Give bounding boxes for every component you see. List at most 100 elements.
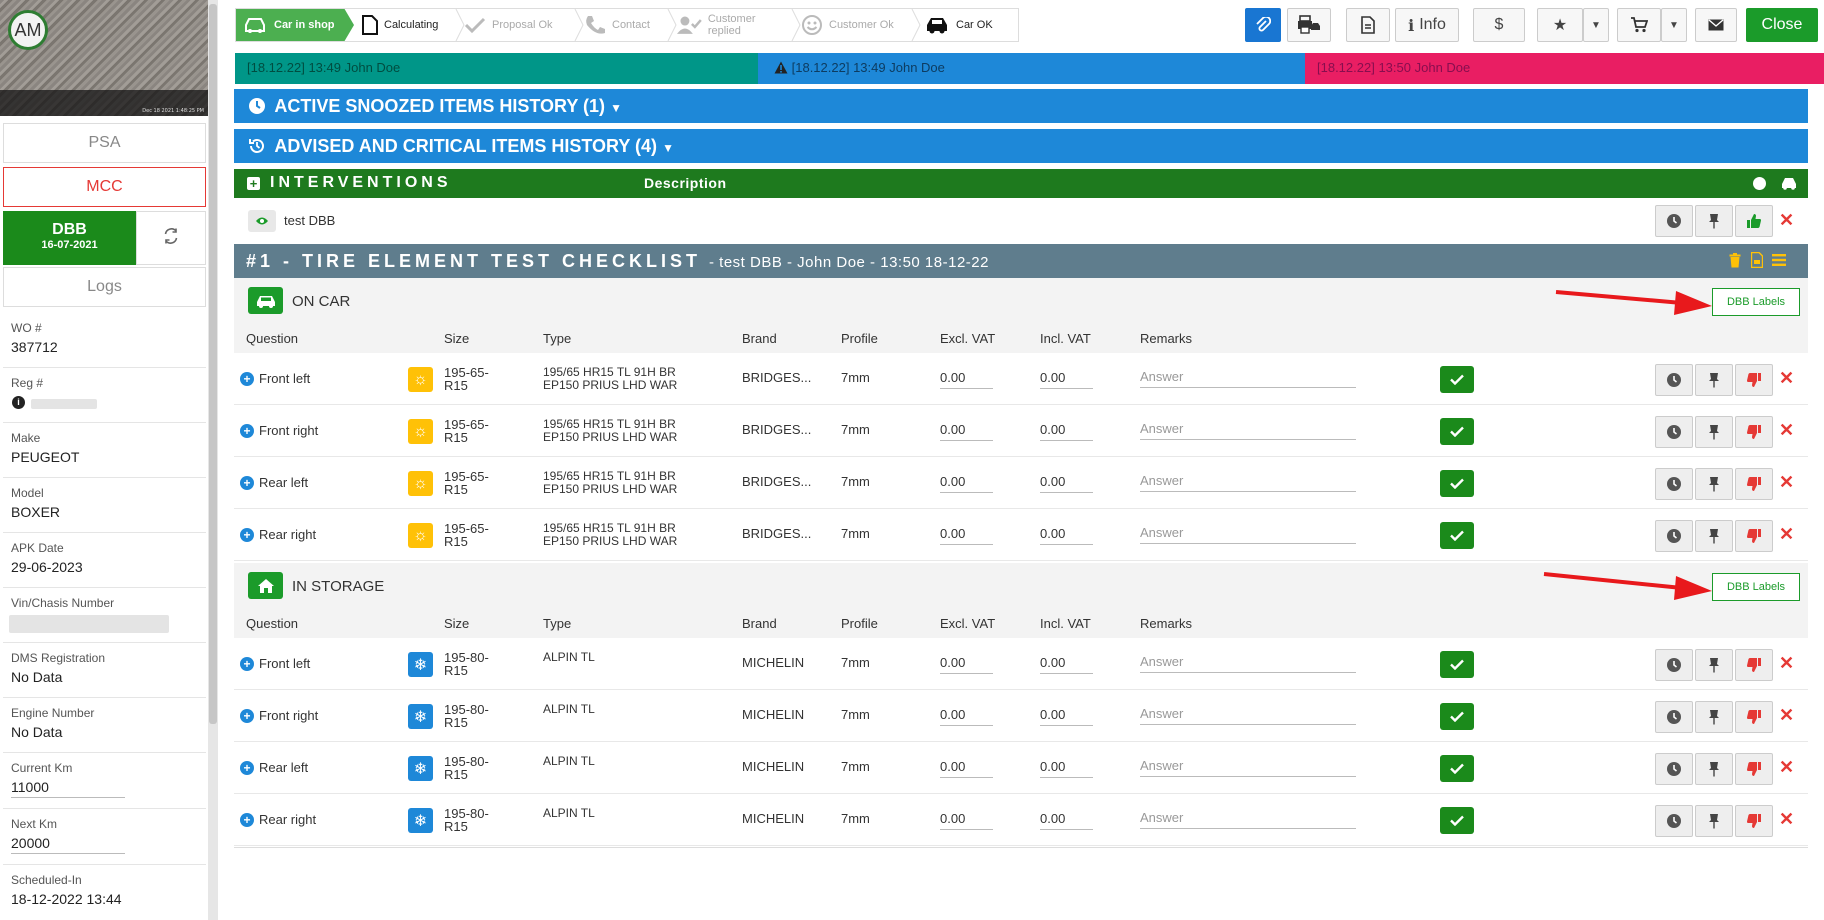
excl-vat-input[interactable]: 0.00 — [940, 707, 993, 726]
snooze-button[interactable] — [1655, 468, 1693, 500]
pin-button[interactable] — [1695, 416, 1733, 448]
car-icon[interactable] — [1781, 177, 1797, 190]
ok-check-button[interactable] — [1440, 366, 1474, 393]
cart-button[interactable] — [1617, 8, 1661, 42]
price-button[interactable]: $ — [1473, 8, 1525, 42]
pin-button[interactable] — [1695, 805, 1733, 837]
reject-button[interactable] — [1735, 753, 1773, 785]
info-button[interactable]: i Info — [1395, 8, 1459, 42]
plus-circle-icon[interactable]: + — [240, 527, 254, 542]
snooze-button[interactable] — [1655, 649, 1693, 681]
excl-vat-input[interactable]: 0.00 — [940, 526, 993, 545]
scrollbar-thumb[interactable] — [209, 4, 217, 724]
remarks-input[interactable]: Answer — [1140, 473, 1356, 492]
step-proposal-ok[interactable]: Proposal Ok — [464, 9, 576, 41]
incl-vat-input[interactable]: 0.00 — [1040, 655, 1093, 674]
snooze-button[interactable] — [1655, 520, 1693, 552]
remove-icon[interactable]: ✕ — [1779, 757, 1794, 778]
incl-vat-input[interactable]: 0.00 — [1040, 811, 1093, 830]
remove-icon[interactable]: ✕ — [1779, 705, 1794, 726]
remove-icon[interactable]: ✕ — [1779, 368, 1794, 389]
ok-check-button[interactable] — [1440, 470, 1474, 497]
question-cell[interactable]: + Rear right — [240, 527, 316, 542]
remarks-input[interactable]: Answer — [1140, 706, 1356, 725]
avatar[interactable]: AM — [8, 10, 48, 50]
question-cell[interactable]: + Front left — [240, 656, 310, 671]
step-calculating[interactable]: Calculating — [362, 9, 457, 41]
snooze-button[interactable] — [1655, 364, 1693, 396]
excl-vat-input[interactable]: 0.00 — [940, 759, 993, 778]
incl-vat-input[interactable]: 0.00 — [1040, 422, 1093, 441]
remarks-input[interactable]: Answer — [1140, 654, 1356, 673]
dbb-labels-button[interactable]: DBB Labels — [1712, 573, 1800, 601]
plus-circle-icon[interactable]: + — [240, 812, 254, 827]
ok-check-button[interactable] — [1440, 418, 1474, 445]
remove-icon[interactable]: ✕ — [1779, 420, 1794, 441]
remarks-input[interactable]: Answer — [1140, 421, 1356, 440]
view-button[interactable] — [248, 210, 276, 232]
incl-vat-input[interactable]: 0.00 — [1040, 474, 1093, 493]
info-circle-icon[interactable]: i — [12, 396, 25, 409]
pin-button[interactable] — [1695, 468, 1733, 500]
snooze-button[interactable] — [1655, 805, 1693, 837]
history-banner-1[interactable]: [18.12.22] 13:49 John Doe — [235, 53, 758, 84]
question-cell[interactable]: + Front left — [240, 371, 310, 386]
plus-square-icon[interactable]: + — [247, 177, 260, 190]
incl-vat-input[interactable]: 0.00 — [1040, 707, 1093, 726]
remove-icon[interactable]: ✕ — [1779, 210, 1794, 231]
excl-vat-input[interactable]: 0.00 — [940, 474, 993, 493]
excl-vat-input[interactable]: 0.00 — [940, 655, 993, 674]
excl-vat-input[interactable]: 0.00 — [940, 370, 993, 389]
remarks-input[interactable]: Answer — [1140, 758, 1356, 777]
reject-button[interactable] — [1735, 468, 1773, 500]
remove-icon[interactable]: ✕ — [1779, 524, 1794, 545]
current-km-input[interactable]: 11000 — [11, 779, 125, 798]
snooze-button[interactable] — [1655, 205, 1693, 237]
excl-vat-input[interactable]: 0.00 — [940, 811, 993, 830]
pin-button[interactable] — [1695, 520, 1733, 552]
reject-button[interactable] — [1735, 364, 1773, 396]
incl-vat-input[interactable]: 0.00 — [1040, 370, 1093, 389]
snooze-button[interactable] — [1655, 701, 1693, 733]
incl-vat-input[interactable]: 0.00 — [1040, 526, 1093, 545]
plus-circle-icon[interactable]: + — [240, 656, 254, 671]
mail-button[interactable] — [1695, 8, 1737, 42]
step-car-in-shop[interactable]: Car in shop — [236, 9, 354, 41]
remove-icon[interactable]: ✕ — [1779, 809, 1794, 830]
pin-button[interactable] — [1695, 701, 1733, 733]
next-km-input[interactable]: 20000 — [11, 835, 125, 854]
approve-button[interactable] — [1735, 205, 1773, 237]
snooze-button[interactable] — [1655, 416, 1693, 448]
favorite-dropdown[interactable]: ▼ — [1583, 8, 1609, 42]
menu-icon[interactable] — [1772, 254, 1786, 266]
psa-button[interactable]: PSA — [3, 123, 206, 163]
mcc-button[interactable]: MCC — [3, 167, 206, 207]
remarks-input[interactable]: Answer — [1140, 525, 1356, 544]
question-cell[interactable]: + Rear left — [240, 475, 308, 490]
reject-button[interactable] — [1735, 701, 1773, 733]
reject-button[interactable] — [1735, 649, 1773, 681]
pin-button[interactable] — [1695, 753, 1733, 785]
ok-check-button[interactable] — [1440, 522, 1474, 549]
close-button[interactable]: Close — [1746, 8, 1818, 42]
step-contact[interactable]: Contact — [584, 9, 669, 41]
print-button[interactable] — [1287, 8, 1331, 42]
excl-vat-input[interactable]: 0.00 — [940, 422, 993, 441]
history-banner-2[interactable]: [18.12.22] 13:49 John Doe — [758, 53, 1305, 84]
remove-icon[interactable]: ✕ — [1779, 472, 1794, 493]
history-banner-3[interactable]: [18.12.22] 13:50 John Doe — [1305, 53, 1824, 84]
step-customer-ok[interactable]: Customer Ok — [801, 9, 911, 41]
pin-button[interactable] — [1695, 364, 1733, 396]
ok-check-button[interactable] — [1440, 755, 1474, 782]
ok-check-button[interactable] — [1440, 807, 1474, 834]
smiley-icon[interactable] — [1753, 177, 1766, 190]
question-cell[interactable]: + Front right — [240, 708, 318, 723]
document-button[interactable] — [1346, 8, 1390, 42]
dbb-button[interactable]: DBB 16-07-2021 — [3, 211, 136, 265]
question-cell[interactable]: + Rear left — [240, 760, 308, 775]
plus-circle-icon[interactable]: + — [240, 475, 254, 490]
question-cell[interactable]: + Front right — [240, 423, 318, 438]
reject-button[interactable] — [1735, 805, 1773, 837]
incl-vat-input[interactable]: 0.00 — [1040, 759, 1093, 778]
advised-critical-history-toggle[interactable]: ADVISED AND CRITICAL ITEMS HISTORY (4) ▼ — [234, 129, 1808, 163]
